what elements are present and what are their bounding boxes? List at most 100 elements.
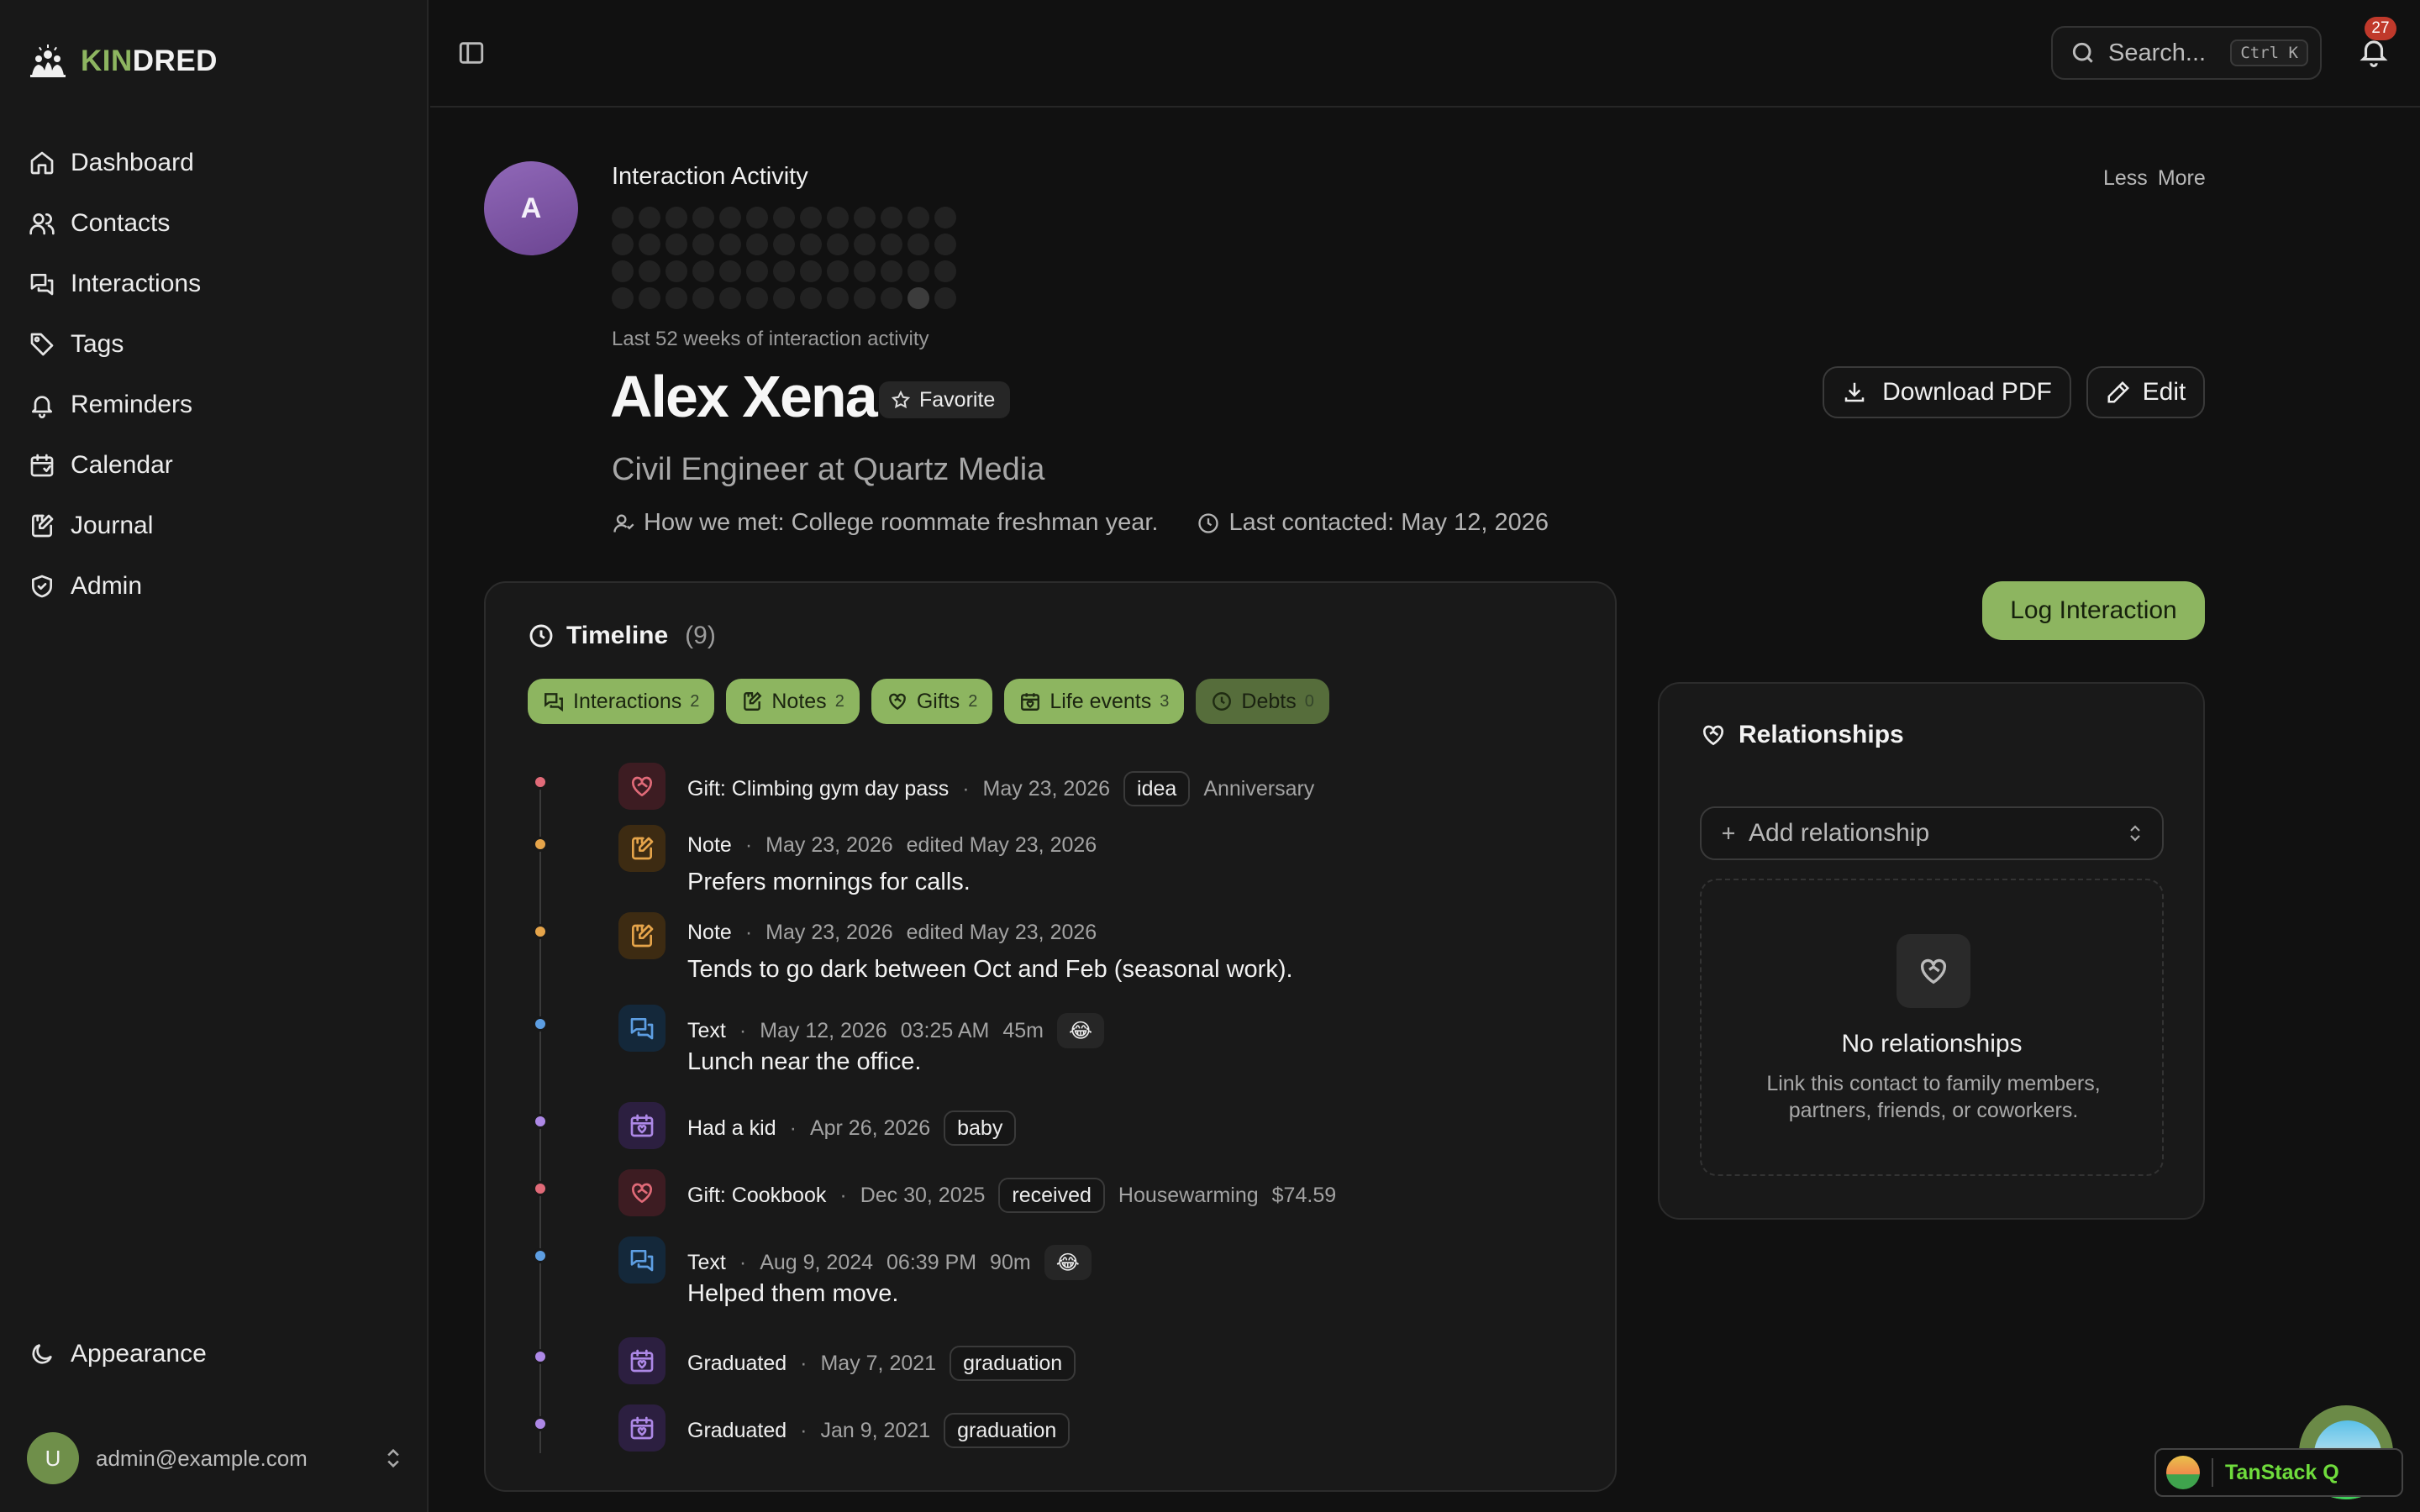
notebook-icon (632, 924, 654, 948)
favorite-button[interactable]: Favorite (879, 381, 1011, 418)
calendar-heart-icon (1021, 693, 1040, 711)
entry-time: 03:25 AM (900, 1018, 990, 1042)
entry-title: Gift: Climbing gym day pass (687, 776, 950, 801)
sidebar-toggle-icon[interactable] (457, 39, 486, 67)
home-icon (30, 151, 54, 175)
messages-icon (630, 1250, 654, 1272)
calendar-heart-icon (630, 1416, 654, 1440)
note-icon-box (618, 825, 666, 872)
search-placeholder: Search... (2108, 39, 2207, 66)
sidebar-item-label: Interactions (71, 270, 202, 297)
app-logo[interactable]: KINDRED (29, 44, 218, 79)
activity-title: Interaction Activity (612, 163, 808, 190)
filter-life-events[interactable]: Life events 3 (1004, 679, 1185, 724)
timeline-dot (533, 837, 548, 852)
entry-body: Prefers mornings for calls. (687, 869, 971, 895)
entry-body: Helped them move. (687, 1280, 899, 1307)
sidebar-item-reminders[interactable]: Reminders (25, 375, 403, 435)
activity-cell (908, 207, 929, 228)
how-we-met: How we met: College roommate freshman ye… (644, 509, 1159, 536)
activity-cell (854, 207, 876, 228)
activity-cell (639, 260, 660, 282)
sidebar-item-journal[interactable]: Journal (25, 496, 403, 556)
messages-icon (630, 1018, 654, 1040)
activity-cell (746, 234, 768, 255)
entry-occasion: Anniversary (1203, 776, 1315, 801)
devtools-divider (2212, 1458, 2213, 1487)
notification-count-badge: 27 (2365, 17, 2396, 40)
sidebar-item-label: Tags (71, 330, 124, 358)
appearance-label: Appearance (71, 1340, 207, 1368)
life-event-icon-box (618, 1337, 666, 1384)
notebook-icon (32, 514, 54, 538)
entry-date: May 23, 2026 (765, 921, 893, 944)
relationships-title: Relationships (1739, 721, 1904, 748)
log-interaction-button[interactable]: Log Interaction (1982, 581, 2205, 640)
entry-occasion: Housewarming (1118, 1183, 1259, 1207)
timeline-count: (9) (685, 622, 716, 649)
tanstack-label: TanStack Q (2225, 1460, 2339, 1484)
user-icon (613, 514, 634, 533)
note-icon-box (618, 912, 666, 959)
sidebar-item-label: Admin (71, 572, 143, 600)
sidebar-item-interactions[interactable]: Interactions (25, 254, 403, 314)
entry-separator: · (744, 833, 753, 857)
life-event-icon-box (618, 1102, 666, 1149)
sidebar: KINDRED Dashboard Contacts Interactions … (0, 0, 429, 1512)
filter-label: Gifts (916, 689, 960, 713)
download-icon (1844, 382, 1865, 402)
entry-tag-pill: graduation (944, 1413, 1071, 1448)
sidebar-item-admin[interactable]: Admin (25, 556, 403, 617)
edit-button[interactable]: Edit (2086, 366, 2205, 418)
entry-status-pill: received (998, 1178, 1105, 1213)
activity-cell (666, 234, 687, 255)
messages-icon (30, 274, 54, 296)
activity-cell (800, 207, 822, 228)
filter-gifts[interactable]: Gifts 2 (871, 679, 993, 724)
heart-handshake-icon (631, 1183, 653, 1203)
filter-label: Interactions (573, 689, 682, 713)
activity-cell (746, 260, 768, 282)
filter-debts[interactable]: Debts 0 (1196, 679, 1329, 724)
filter-notes[interactable]: Notes 2 (726, 679, 860, 724)
download-pdf-button[interactable]: Download PDF (1823, 366, 2071, 418)
empty-state-description: Link this contact to family members, par… (1766, 1072, 2101, 1122)
activity-cell (719, 287, 741, 309)
relationships-empty-state: No relationships Link this contact to fa… (1700, 879, 2164, 1176)
sidebar-item-contacts[interactable]: Contacts (25, 193, 403, 254)
sidebar-item-tags[interactable]: Tags (25, 314, 403, 375)
activity-cell (612, 207, 634, 228)
heart-handshake-icon (888, 693, 906, 711)
family-sun-icon (30, 45, 66, 77)
filter-interactions[interactable]: Interactions 2 (528, 679, 715, 724)
sidebar-item-calendar[interactable]: Calendar (25, 435, 403, 496)
messages-icon (544, 693, 563, 712)
activity-cell (908, 260, 929, 282)
user-menu[interactable]: U admin@example.com (27, 1431, 405, 1486)
activity-cell (934, 207, 956, 228)
activity-cell (934, 234, 956, 255)
search-input[interactable]: Search... Ctrl K (2051, 26, 2322, 80)
activity-cell (692, 207, 714, 228)
entry-amount: $74.59 (1271, 1183, 1337, 1207)
add-relationship-select[interactable]: Add relationship (1700, 806, 2164, 860)
text-icon-box (618, 1236, 666, 1284)
entry-duration: 45m (1002, 1018, 1044, 1042)
activity-cell (934, 287, 956, 309)
activity-cell (639, 207, 660, 228)
entry-date: Jan 9, 2021 (820, 1418, 931, 1442)
chevrons-up-down-icon (2130, 825, 2140, 842)
avatar: U (27, 1432, 79, 1484)
sidebar-item-dashboard[interactable]: Dashboard (25, 133, 403, 193)
contact-meta: How we met: College roommate freshman ye… (612, 509, 1549, 537)
appearance-toggle[interactable]: Appearance (29, 1340, 207, 1368)
activity-cell (692, 260, 714, 282)
entry-date: May 12, 2026 (760, 1018, 887, 1042)
activity-cell (746, 207, 768, 228)
legend-less: Less (2103, 166, 2148, 190)
tanstack-devtools-button[interactable]: TanStack Q (2154, 1448, 2403, 1497)
entry-separator: · (739, 1250, 747, 1274)
filter-label: Debts (1241, 689, 1297, 713)
calendar-heart-icon (630, 1349, 654, 1373)
life-event-icon-box (618, 1404, 666, 1452)
